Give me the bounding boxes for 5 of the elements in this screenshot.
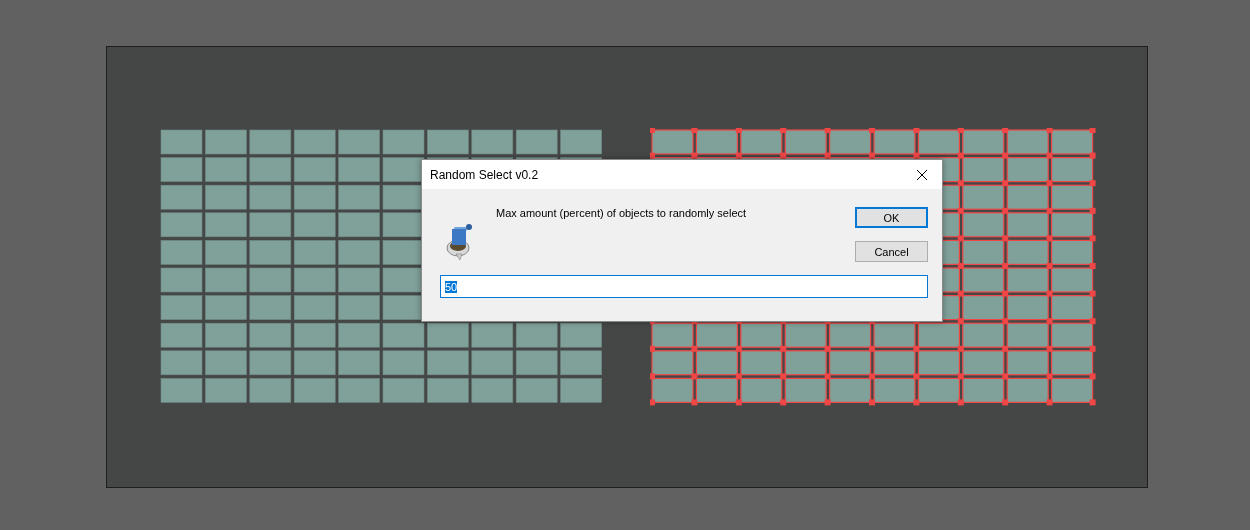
cancel-button[interactable]: Cancel <box>855 241 928 262</box>
prompt-message: Max amount (percent) of objects to randomly select <box>496 207 748 221</box>
ok-button[interactable]: OK <box>855 207 928 228</box>
window-title: Random Select v0.2 <box>430 167 539 182</box>
input-field[interactable]: 50 <box>440 275 928 298</box>
